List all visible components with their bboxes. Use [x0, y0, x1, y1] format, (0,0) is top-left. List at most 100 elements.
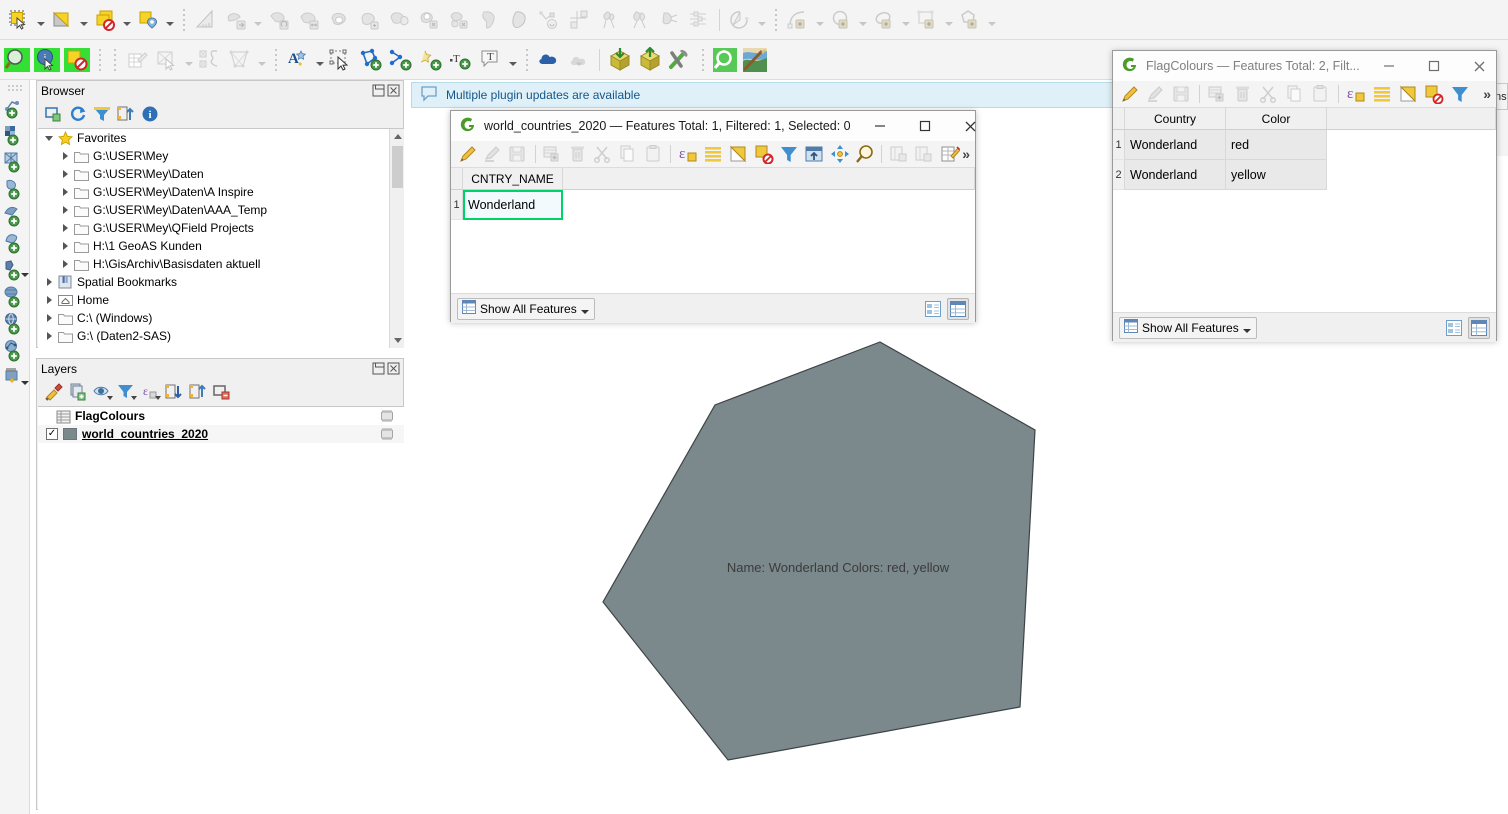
- invert-selection-icon[interactable]: [726, 142, 751, 166]
- layer-indicator-icon[interactable]: [378, 409, 398, 424]
- fill-ring-icon[interactable]: [384, 5, 414, 35]
- move-label-icon[interactable]: [326, 45, 356, 75]
- open-field-calculator-icon[interactable]: [122, 45, 152, 75]
- offset-curve-icon[interactable]: [221, 5, 251, 35]
- browser-scrollbar[interactable]: [389, 129, 404, 348]
- table-view-button[interactable]: [1468, 316, 1490, 339]
- feature-filter-combo[interactable]: Show All Features: [1119, 316, 1257, 339]
- open-layer-styling-panel-icon[interactable]: [43, 381, 65, 403]
- add-ring-icon[interactable]: [324, 5, 354, 35]
- browser-tree-item[interactable]: G:\USER\Mey\QField Projects: [38, 219, 404, 237]
- close-button[interactable]: [948, 111, 993, 141]
- browser-tree[interactable]: Favorites G:\USER\Mey G:\USER\Mey\Daten G:\…: [38, 128, 404, 348]
- chevron-right-icon[interactable]: [58, 224, 72, 232]
- plugin-builder-icon[interactable]: [665, 45, 695, 75]
- run-feature-action-icon[interactable]: i: [32, 45, 62, 75]
- toggle-editing-icon[interactable]: [1117, 82, 1143, 106]
- dialog-title-bar[interactable]: FlagColours — Features Total: 2, Filt...: [1113, 51, 1496, 81]
- browser-tree-item[interactable]: C:\ (Windows): [38, 309, 404, 327]
- chevron-right-icon[interactable]: [42, 332, 56, 340]
- filter-features-icon[interactable]: [1447, 82, 1473, 106]
- add-circular-string-icon[interactable]: [783, 5, 813, 35]
- chevron-down-icon[interactable]: [155, 396, 161, 400]
- table-row[interactable]: 2 Wonderland yellow: [1113, 160, 1496, 190]
- attribute-table-world[interactable]: CNTRY_NAME 1 Wonderland: [451, 168, 975, 293]
- properties-icon[interactable]: i: [139, 103, 161, 125]
- table-view-button[interactable]: [947, 297, 969, 320]
- simplify-feature-icon[interactable]: [294, 5, 324, 35]
- toolbar-drag-handle[interactable]: [6, 84, 23, 92]
- browser-tree-item[interactable]: Favorites: [38, 129, 404, 147]
- label-dropdown-icon[interactable]: [313, 45, 326, 75]
- add-selected-layers-icon[interactable]: [43, 103, 65, 125]
- add-mesh-layer-icon[interactable]: [1, 148, 29, 175]
- select-by-expression-icon[interactable]: ε: [675, 142, 700, 166]
- rotate-feature-alt-icon[interactable]: [725, 5, 755, 35]
- table-column-header[interactable]: Color: [1226, 108, 1327, 130]
- close-panel-icon[interactable]: [387, 362, 400, 375]
- add-rectangle-icon[interactable]: [912, 5, 942, 35]
- measure-line-icon[interactable]: [191, 5, 221, 35]
- select-all-icon[interactable]: [1369, 82, 1395, 106]
- merge-features-icon[interactable]: [564, 5, 594, 35]
- identify-features-icon[interactable]: [2, 45, 32, 75]
- wonderland-polygon[interactable]: [602, 341, 1036, 761]
- invert-selection-dropdown-icon[interactable]: [255, 45, 268, 75]
- feature-filter-combo[interactable]: Show All Features: [457, 297, 595, 320]
- invert-selection-icon[interactable]: [1395, 82, 1421, 106]
- chevron-right-icon[interactable]: [42, 296, 56, 304]
- chevron-down-icon[interactable]: [581, 303, 589, 314]
- ellipse-dropdown-icon[interactable]: [899, 5, 912, 35]
- metasearch-icon[interactable]: [710, 45, 740, 75]
- deselect-all-icon[interactable]: [62, 45, 92, 75]
- filter-legend-by-expression-icon[interactable]: ε: [139, 381, 161, 403]
- overflow-chevron-icon[interactable]: »: [1483, 86, 1491, 102]
- table-row[interactable]: 1 Wonderland red: [1113, 130, 1496, 160]
- minimize-button[interactable]: [1367, 51, 1412, 81]
- browser-tree-item[interactable]: G:\USER\Mey\Daten\A Inspire: [38, 183, 404, 201]
- rectangle-dropdown-icon[interactable]: [942, 5, 955, 35]
- select-by-expression-icon[interactable]: [90, 5, 120, 35]
- add-postgis-layer-icon[interactable]: [1, 229, 29, 256]
- new-virtual-layer-icon[interactable]: [1, 364, 29, 391]
- chevron-down-icon[interactable]: [21, 273, 29, 277]
- chevron-right-icon[interactable]: [42, 314, 56, 322]
- add-polygon-feature-icon[interactable]: [356, 45, 386, 75]
- add-delimited-text-layer-icon[interactable]: [1, 175, 29, 202]
- reshape-features-icon[interactable]: [474, 5, 504, 35]
- add-circle-icon[interactable]: [826, 5, 856, 35]
- regular-polygon-dropdown-icon[interactable]: [985, 5, 998, 35]
- chevron-right-icon[interactable]: [58, 188, 72, 196]
- filter-features-icon[interactable]: [776, 142, 801, 166]
- add-group-icon[interactable]: [67, 381, 89, 403]
- select-value-dropdown-icon[interactable]: [163, 5, 176, 35]
- table-row[interactable]: 1 Wonderland: [451, 190, 975, 220]
- select-by-expression-2-icon[interactable]: [195, 45, 225, 75]
- qgis-cloud-icon[interactable]: [534, 45, 564, 75]
- scroll-up-icon[interactable]: [390, 129, 404, 144]
- attribute-table-flagcolours[interactable]: Country Color 1 Wonderland red 2 Wonderland ye…: [1113, 108, 1496, 312]
- add-oracle-layer-icon[interactable]: [1, 283, 29, 310]
- collapse-all-icon[interactable]: [115, 103, 137, 125]
- scroll-down-icon[interactable]: [390, 333, 404, 348]
- rotate-point-symbols-icon[interactable]: [594, 5, 624, 35]
- add-regular-polygon-icon[interactable]: [955, 5, 985, 35]
- rotate-dropdown-icon[interactable]: [755, 5, 768, 35]
- browser-tree-item[interactable]: Home: [38, 291, 404, 309]
- delete-ring-icon[interactable]: [414, 5, 444, 35]
- layer-indicator-icon[interactable]: [378, 427, 398, 442]
- select-all-icon[interactable]: [700, 142, 725, 166]
- layer-tree-item[interactable]: ✓ world_countries_2020: [38, 425, 404, 443]
- add-wfs-layer-icon[interactable]: [1, 337, 29, 364]
- dialog-title-bar[interactable]: world_countries_2020 — Features Total: 1…: [451, 111, 976, 141]
- form-view-button[interactable]: [1443, 317, 1465, 339]
- select-value-icon[interactable]: [133, 5, 163, 35]
- move-selection-to-top-icon[interactable]: [802, 142, 827, 166]
- chevron-right-icon[interactable]: [58, 152, 72, 160]
- undock-icon[interactable]: [372, 362, 385, 375]
- select-by-expression-dropdown-icon[interactable]: [120, 5, 133, 35]
- circular-string-dropdown-icon[interactable]: [813, 5, 826, 35]
- add-spatialite-layer-icon[interactable]: [1, 202, 29, 229]
- offset-dropdown-icon[interactable]: [251, 5, 264, 35]
- add-vector-layer-icon[interactable]: [1, 94, 29, 121]
